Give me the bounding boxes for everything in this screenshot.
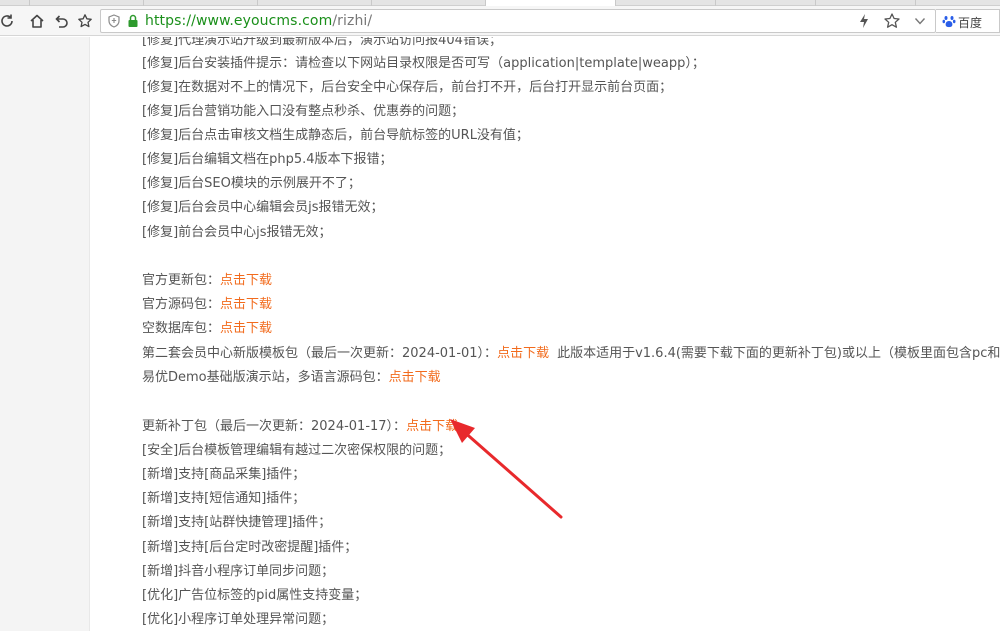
- search-engine-name: 百度: [958, 16, 983, 30]
- refresh-icon: [1, 14, 13, 27]
- home-icon: [30, 14, 44, 28]
- page-viewport: [修复]代理演示站升级到最新版本后，演示站访问报404错误； [修复]后台安装插…: [0, 37, 1000, 631]
- download-label: 易优Demo基础版演示站，多语言源码包：: [142, 370, 389, 385]
- changelog-item: [修复]后台编辑文档在php5.4版本下报错；: [142, 152, 393, 167]
- changelog-item: [修复]后台安装插件提示：请检查以下网站目录权限是否可写（application…: [142, 56, 705, 71]
- official-source-download-link[interactable]: 点击下载: [220, 297, 272, 312]
- search-engine-box[interactable]: 百度: [936, 9, 1000, 33]
- member-template-note: 此版本适用于v1.6.4(需要下载下面的更新补丁包)或以上（模板里面包含pc和m: [557, 346, 1000, 361]
- member-template-download-link[interactable]: 点击下载: [497, 346, 549, 361]
- undo-button[interactable]: [50, 10, 72, 32]
- patch-label: 更新补丁包（最后一次更新：2024-01-17）：: [142, 419, 407, 434]
- patch-item: [新增]支持[短信通知]插件；: [142, 491, 306, 506]
- download-row-official-update: 官方更新包：点击下载: [142, 269, 272, 293]
- download-label: 官方更新包：: [142, 273, 221, 288]
- download-row-empty-db: 空数据库包：点击下载: [142, 317, 272, 341]
- undo-icon: [55, 15, 68, 28]
- browser-toolbar: https://www.eyoucms.com/rizhi/ 百度: [0, 6, 1000, 36]
- url-host: www.eyoucms.com: [195, 13, 333, 29]
- download-label: 官方源码包：: [142, 297, 221, 312]
- url-path: /rizhi/: [332, 13, 373, 29]
- patch-item: [新增]支持[后台定时改密提醒]插件；: [142, 540, 358, 555]
- changelog-item: [修复]前台会员中心js报错无效；: [142, 225, 332, 240]
- patch-download-link[interactable]: 点击下载: [406, 419, 458, 434]
- url-text[interactable]: https://www.eyoucms.com/rizhi/: [145, 13, 372, 29]
- patch-item: [安全]后台模板管理编辑有越过二次密保权限的问题；: [142, 443, 452, 458]
- patch-item: [新增]抖音小程序订单同步问题；: [142, 564, 335, 579]
- changelog-item: [修复]在数据对不上的情况下，后台安全中心保存后，前台打不开，后台打开显示前台页…: [142, 80, 673, 95]
- patch-item: [新增]支持[商品采集]插件；: [142, 467, 306, 482]
- bookmark-star-button[interactable]: [74, 10, 96, 32]
- star-icon[interactable]: [883, 12, 901, 30]
- baidu-paw-icon: [942, 16, 956, 28]
- home-button[interactable]: [26, 10, 48, 32]
- changelog-item: [修复]后台点击审核文档生成静态后，前台导航标签的URL没有值；: [142, 128, 529, 143]
- demo-download-link[interactable]: 点击下载: [389, 370, 441, 385]
- download-row-demo: 易优Demo基础版演示站，多语言源码包：点击下载: [142, 366, 441, 390]
- shield-icon[interactable]: [107, 14, 121, 28]
- patch-row: 更新补丁包（最后一次更新：2024-01-17）：点击下载: [142, 415, 458, 439]
- changelog-item: [修复]后台会员中心编辑会员js报错无效；: [142, 200, 384, 215]
- patch-item: [优化]广告位标签的pid属性支持变量；: [142, 588, 368, 603]
- lock-icon[interactable]: [127, 14, 139, 28]
- chevron-down-icon[interactable]: [913, 14, 927, 28]
- changelog-item: [修复]后台营销功能入口没有整点秒杀、优惠券的问题；: [142, 104, 465, 119]
- address-bar[interactable]: https://www.eyoucms.com/rizhi/: [100, 9, 936, 33]
- official-update-download-link[interactable]: 点击下载: [220, 273, 272, 288]
- url-scheme: https://: [145, 13, 196, 29]
- download-row-member-template: 第二套会员中心新版模板包（最后一次更新：2024-01-01）：点击下载 此版本适…: [142, 342, 1000, 366]
- download-label: 空数据库包：: [142, 321, 221, 336]
- star-icon: [78, 14, 92, 28]
- patch-item: [新增]支持[站群快捷管理]插件；: [142, 515, 332, 530]
- changelog-item: [修复]后台SEO模块的示例展开不了；: [142, 176, 361, 191]
- empty-db-download-link[interactable]: 点击下载: [220, 321, 272, 336]
- download-label: 第二套会员中心新版模板包（最后一次更新：2024-01-01）：: [142, 346, 498, 361]
- left-gutter: [0, 37, 90, 631]
- download-row-official-source: 官方源码包：点击下载: [142, 293, 272, 317]
- patch-item: [优化]小程序订单处理异常问题；: [142, 612, 335, 627]
- refresh-button[interactable]: [0, 10, 18, 32]
- changelog-item: [修复]代理演示站升级到最新版本后，演示站访问报404错误；: [142, 37, 502, 48]
- bolt-icon[interactable]: [857, 13, 871, 29]
